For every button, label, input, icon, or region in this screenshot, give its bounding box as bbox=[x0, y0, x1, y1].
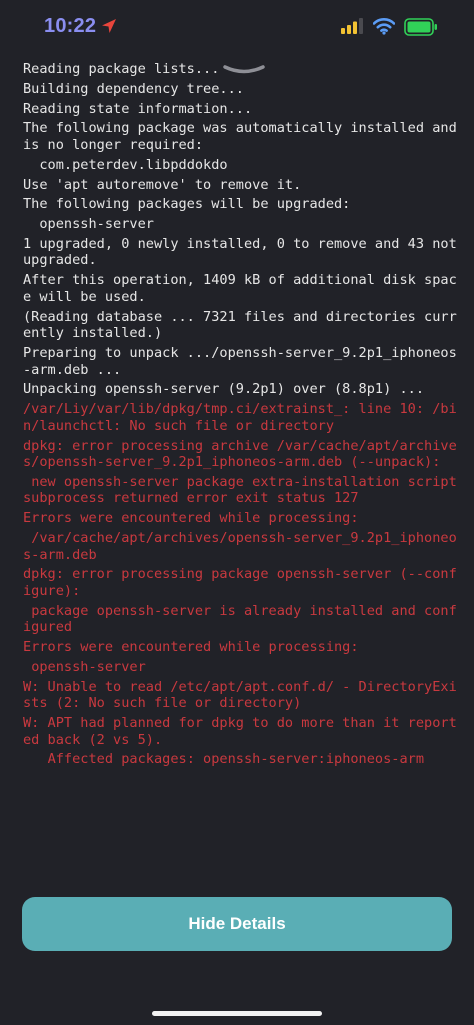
console-line-text: (Reading database ... 7321 files and dir… bbox=[23, 308, 457, 342]
wifi-icon bbox=[373, 18, 395, 35]
console-error-line: W: APT had planned for dpkg to do more t… bbox=[23, 715, 459, 751]
console-line-text: com.peterdev.libpddokdo bbox=[23, 156, 228, 173]
console-line-text: new openssh-server package extra-install… bbox=[23, 473, 465, 507]
console-error-line: /var/Liy/var/lib/dpkg/tmp.ci/extrainst_:… bbox=[23, 401, 459, 437]
console-output: Reading package lists... Building depende… bbox=[23, 61, 459, 771]
console-line: Reading state information... bbox=[23, 101, 459, 121]
console-line: com.peterdev.libpddokdo bbox=[23, 157, 459, 177]
console-error-line: Affected packages: openssh-server:iphone… bbox=[23, 751, 459, 771]
home-indicator bbox=[152, 1011, 322, 1016]
console-error-line: W: Unable to read /etc/apt/apt.conf.d/ -… bbox=[23, 679, 459, 715]
console-line: Preparing to unpack .../openssh-server_9… bbox=[23, 345, 459, 381]
console-line-text: 1 upgraded, 0 newly installed, 0 to remo… bbox=[23, 235, 465, 269]
status-time: 10:22 bbox=[44, 15, 97, 37]
console-error-line: /var/cache/apt/archives/openssh-server_9… bbox=[23, 530, 459, 566]
console-line-text: dpkg: error processing package openssh-s… bbox=[23, 566, 457, 599]
console-line-text: Reading state information... bbox=[23, 100, 253, 117]
console-line-text: Building dependency tree... bbox=[23, 80, 244, 97]
console-line-text: The following package was automatically … bbox=[23, 120, 465, 153]
console-line-text: openssh-server bbox=[23, 216, 154, 233]
console-error-line: Errors were encountered while processing… bbox=[23, 639, 459, 659]
console-line-text: Errors were encountered while processing… bbox=[23, 639, 359, 656]
console-line-text: W: APT had planned for dpkg to do more t… bbox=[23, 715, 457, 748]
console-error-line: dpkg: error processing archive /var/cach… bbox=[23, 438, 459, 474]
console-line-text: The following packages will be upgraded: bbox=[23, 196, 351, 213]
console-line: Use 'apt autoremove' to remove it. bbox=[23, 177, 459, 197]
console-line-text: Preparing to unpack .../openssh-server_9… bbox=[23, 344, 457, 378]
signal-bars-icon bbox=[341, 18, 363, 34]
location-arrow-icon bbox=[102, 19, 116, 33]
status-bar: 10:22 bbox=[0, 0, 474, 56]
console-line: openssh-server bbox=[23, 216, 459, 236]
console-line: After this operation, 1409 kB of additio… bbox=[23, 272, 459, 308]
console-line: The following packages will be upgraded: bbox=[23, 196, 459, 216]
console-line: (Reading database ... 7321 files and dir… bbox=[23, 309, 459, 345]
console-line-text: openssh-server bbox=[23, 658, 146, 675]
console-error-line: new openssh-server package extra-install… bbox=[23, 474, 459, 510]
console-line: Unpacking openssh-server (9.2p1) over (8… bbox=[23, 381, 459, 401]
console-error-line: package openssh-server is already instal… bbox=[23, 603, 459, 639]
console-line-text: Errors were encountered while processing… bbox=[23, 510, 359, 527]
console-error-line: dpkg: error processing package openssh-s… bbox=[23, 566, 459, 602]
console-line-text: Use 'apt autoremove' to remove it. bbox=[23, 176, 302, 193]
console-line: The following package was automatically … bbox=[23, 120, 459, 156]
hide-details-button[interactable]: Hide Details bbox=[22, 897, 452, 951]
loading-spinner-icon bbox=[223, 65, 266, 74]
console-line-text: After this operation, 1409 kB of additio… bbox=[23, 272, 457, 305]
console-line-text: /var/cache/apt/archives/openssh-server_9… bbox=[23, 530, 457, 563]
console-line-text: Unpacking openssh-server (9.2p1) over (8… bbox=[23, 381, 425, 398]
console-line-text: Affected packages: openssh-server:iphone… bbox=[23, 751, 425, 768]
console-line-text: Reading package lists... bbox=[23, 61, 220, 77]
console-error-line: Errors were encountered while processing… bbox=[23, 510, 459, 530]
console-line-text: package openssh-server is already instal… bbox=[23, 602, 457, 636]
console-line: Reading package lists... bbox=[23, 61, 459, 81]
console-error-line: openssh-server bbox=[23, 659, 459, 679]
battery-icon bbox=[404, 18, 437, 36]
console-line-text: dpkg: error processing archive /var/cach… bbox=[23, 437, 457, 471]
console-line: 1 upgraded, 0 newly installed, 0 to remo… bbox=[23, 236, 459, 272]
console-line-text: /var/Liy/var/lib/dpkg/tmp.ci/extrainst_:… bbox=[23, 401, 457, 434]
console-line: Building dependency tree... bbox=[23, 81, 459, 101]
console-line-text: W: Unable to read /etc/apt/apt.conf.d/ -… bbox=[23, 678, 457, 712]
